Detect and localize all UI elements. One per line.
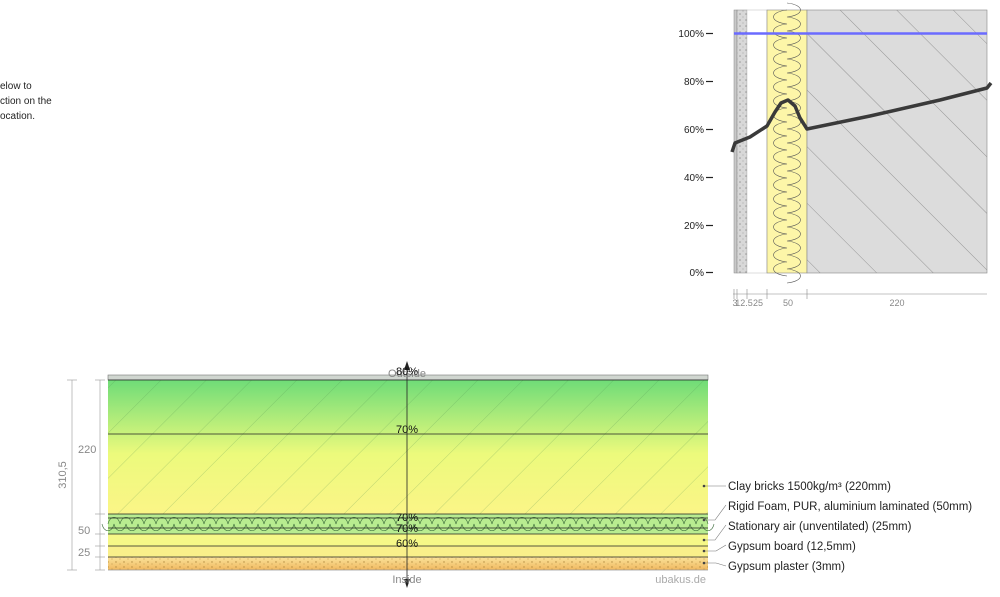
layer-legend: Clay bricks 1500kg/m³ (220mm) Rigid Foam… <box>728 481 972 573</box>
inside-label: Inside <box>392 574 421 586</box>
dimension-line <box>733 289 987 299</box>
section-dimension-label: 220 <box>78 444 96 456</box>
layer-label: Gypsum plaster (3mm) <box>728 561 845 573</box>
y-tick-label: 60% <box>684 125 704 136</box>
watermark: ubakus.de <box>655 574 706 586</box>
intro-text: elow to ction on the ocation. <box>0 79 80 124</box>
intro-line: elow to <box>0 81 32 92</box>
section-dimension-labels: 220 50 25 <box>78 444 96 559</box>
y-tick-label: 0% <box>690 268 705 279</box>
insulation-layer <box>766 9 808 274</box>
humidity-label: 80% <box>396 366 418 378</box>
dimension-label: 50 <box>783 298 793 308</box>
air-layer <box>746 9 768 274</box>
humidity-label: 60% <box>396 538 418 550</box>
dimension-labels: 3 12.5 25 50 220 <box>732 298 904 308</box>
y-tick-label: 40% <box>684 173 704 184</box>
section-brick-hatch <box>108 380 708 514</box>
brick-layer <box>806 9 988 274</box>
section-plaster-dots <box>108 557 708 570</box>
y-tick-label: 20% <box>684 221 704 232</box>
dimension-label: 220 <box>889 298 904 308</box>
layer-label: Rigid Foam, PUR, aluminium laminated (50… <box>728 501 972 513</box>
section-dimension-line <box>67 379 105 571</box>
intro-line: ction on the <box>0 96 52 107</box>
y-axis: 100% 80% 60% 40% 20% 0% <box>678 29 713 279</box>
y-tick-label: 100% <box>678 29 704 40</box>
layer-label: Gypsum board (12,5mm) <box>728 541 856 553</box>
dimension-label: 25 <box>753 298 763 308</box>
section-diagram: Outside Inside ubakus.de 80% 70% 70% 70%… <box>57 361 972 588</box>
humidity-label: 70% <box>396 523 418 535</box>
dimension-label: 12.5 <box>735 298 753 308</box>
section-dimension-label: 25 <box>78 547 90 559</box>
rh-chart: 100% 80% 60% 40% 20% 0% 3 12.5 25 50 220 <box>678 2 993 308</box>
intro-line: ocation. <box>0 111 36 122</box>
layer-label: Stationary air (unventilated) (25mm) <box>728 521 912 533</box>
y-tick-label: 80% <box>684 77 704 88</box>
layer-label: Clay bricks 1500kg/m³ (220mm) <box>728 481 891 493</box>
humidity-label: 70% <box>396 424 418 436</box>
section-dimension-label: 50 <box>78 525 90 537</box>
total-dimension-label: 310,5 <box>57 461 69 489</box>
